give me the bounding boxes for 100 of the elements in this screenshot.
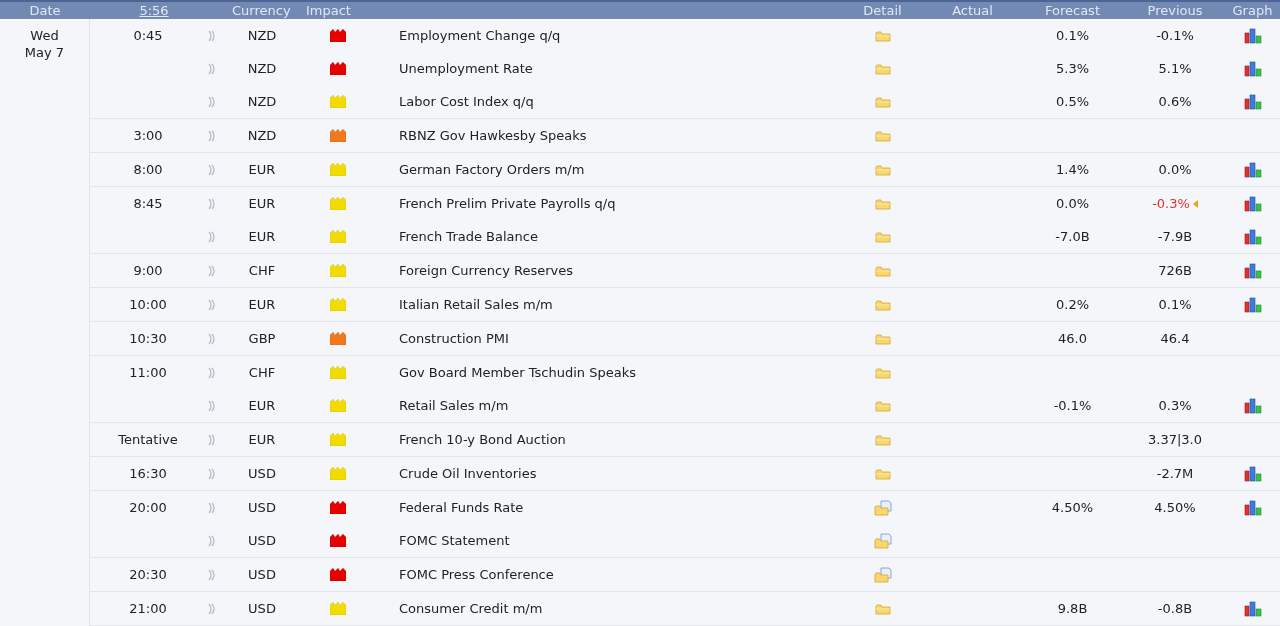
event-time: 8:00 xyxy=(133,162,163,177)
forecast-value: 5.3% xyxy=(1056,61,1089,76)
previous-value: -0.1% xyxy=(1156,28,1194,43)
previous-value: 5.1% xyxy=(1158,61,1192,76)
currency-code: EUR xyxy=(248,398,276,413)
folder-icon[interactable] xyxy=(874,162,891,177)
bar-chart-icon[interactable] xyxy=(1243,93,1262,110)
event-time: 11:00 xyxy=(129,365,167,380)
folder-icon[interactable] xyxy=(874,229,891,244)
currency-code: NZD xyxy=(247,94,277,109)
sound-wave-icon[interactable] xyxy=(208,467,216,480)
sound-wave-icon[interactable] xyxy=(208,264,216,277)
event-time: 8:45 xyxy=(133,196,163,211)
folder-document-icon[interactable] xyxy=(873,499,892,516)
column-header: Actual xyxy=(952,3,993,18)
event-name: Italian Retail Sales m/m xyxy=(399,297,553,312)
event-time: 20:00 xyxy=(129,500,167,515)
column-header: Impact xyxy=(306,3,351,18)
previous-value: -2.7M xyxy=(1156,466,1194,481)
bar-chart-icon[interactable] xyxy=(1243,262,1262,279)
event-name: Construction PMI xyxy=(399,331,509,346)
event-name: Employment Change q/q xyxy=(399,28,561,43)
bar-chart-icon[interactable] xyxy=(1243,600,1262,617)
folder-document-icon[interactable] xyxy=(873,532,892,549)
previous-value: 0.0% xyxy=(1158,162,1192,177)
event-time: 0:45 xyxy=(133,28,163,43)
bar-chart-icon[interactable] xyxy=(1243,499,1262,516)
previous-value: -0.8B xyxy=(1157,601,1193,616)
folder-icon[interactable] xyxy=(874,331,891,346)
currency-code: NZD xyxy=(247,128,277,143)
sound-wave-icon[interactable] xyxy=(208,95,216,108)
bar-chart-icon[interactable] xyxy=(1243,296,1262,313)
sound-wave-icon[interactable] xyxy=(208,602,216,615)
bar-chart-icon[interactable] xyxy=(1243,161,1262,178)
folder-icon[interactable] xyxy=(874,601,891,616)
sound-wave-icon[interactable] xyxy=(208,568,216,581)
sound-wave-icon[interactable] xyxy=(208,534,216,547)
column-header: Forecast xyxy=(1045,3,1100,18)
sound-wave-icon[interactable] xyxy=(208,433,216,446)
folder-icon[interactable] xyxy=(874,297,891,312)
event-name: Unemployment Rate xyxy=(399,61,533,76)
folder-document-icon[interactable] xyxy=(873,566,892,583)
bar-chart-icon[interactable] xyxy=(1243,397,1262,414)
bar-chart-icon[interactable] xyxy=(1243,465,1262,482)
folder-icon[interactable] xyxy=(874,398,891,413)
event-name: RBNZ Gov Hawkesby Speaks xyxy=(399,128,587,143)
event-time: 20:30 xyxy=(129,567,167,582)
previous-value: -7.9B xyxy=(1157,229,1193,244)
sound-wave-icon[interactable] xyxy=(208,366,216,379)
event-name: French 10-y Bond Auction xyxy=(399,432,566,447)
event-name: Foreign Currency Reserves xyxy=(399,263,573,278)
bar-chart-icon[interactable] xyxy=(1243,228,1262,245)
event-name: French Prelim Private Payrolls q/q xyxy=(399,196,616,211)
folder-icon[interactable] xyxy=(874,263,891,278)
previous-value: 0.6% xyxy=(1158,94,1192,109)
event-name: Gov Board Member Tschudin Speaks xyxy=(399,365,636,380)
event-name: FOMC Statement xyxy=(399,533,510,548)
currency-code: USD xyxy=(248,500,276,515)
bar-chart-icon[interactable] xyxy=(1243,27,1262,44)
event-time: 10:30 xyxy=(129,331,167,346)
sound-wave-icon[interactable] xyxy=(208,163,216,176)
folder-icon[interactable] xyxy=(874,365,891,380)
sound-wave-icon[interactable] xyxy=(208,230,216,243)
sound-wave-icon[interactable] xyxy=(208,399,216,412)
forecast-value: 0.0% xyxy=(1056,196,1089,211)
currency-code: EUR xyxy=(248,229,276,244)
folder-icon[interactable] xyxy=(874,28,891,43)
currency-code: USD xyxy=(248,567,276,582)
event-name: FOMC Press Conference xyxy=(399,567,554,582)
folder-icon[interactable] xyxy=(874,466,891,481)
sound-wave-icon[interactable] xyxy=(208,129,216,142)
event-name: German Factory Orders m/m xyxy=(399,162,585,177)
column-header: Graph xyxy=(1232,3,1273,18)
sound-wave-icon[interactable] xyxy=(208,197,216,210)
folder-icon[interactable] xyxy=(874,432,891,447)
bar-chart-icon[interactable] xyxy=(1243,195,1262,212)
event-time: 16:30 xyxy=(129,466,167,481)
sound-wave-icon[interactable] xyxy=(208,298,216,311)
previous-value: 46.4 xyxy=(1160,331,1190,346)
currency-code: EUR xyxy=(248,196,276,211)
forecast-value: 0.2% xyxy=(1056,297,1089,312)
folder-icon[interactable] xyxy=(874,128,891,143)
event-name: French Trade Balance xyxy=(399,229,538,244)
folder-icon[interactable] xyxy=(874,196,891,211)
weekday-label: Wed xyxy=(30,27,59,44)
forecast-value: -0.1% xyxy=(1053,398,1092,413)
currency-code: EUR xyxy=(248,297,276,312)
currency-code: NZD xyxy=(247,61,277,76)
sound-wave-icon[interactable] xyxy=(208,62,216,75)
sound-wave-icon[interactable] xyxy=(208,29,216,42)
bar-chart-icon[interactable] xyxy=(1243,60,1262,77)
folder-icon[interactable] xyxy=(874,94,891,109)
time-link[interactable]: 5:56 xyxy=(139,3,169,18)
event-name: Crude Oil Inventories xyxy=(399,466,537,481)
sound-wave-icon[interactable] xyxy=(208,332,216,345)
sound-wave-icon[interactable] xyxy=(208,501,216,514)
previous-value: -0.3% xyxy=(1152,196,1190,211)
event-time: 3:00 xyxy=(133,128,163,143)
folder-icon[interactable] xyxy=(874,61,891,76)
forecast-value: 1.4% xyxy=(1056,162,1089,177)
